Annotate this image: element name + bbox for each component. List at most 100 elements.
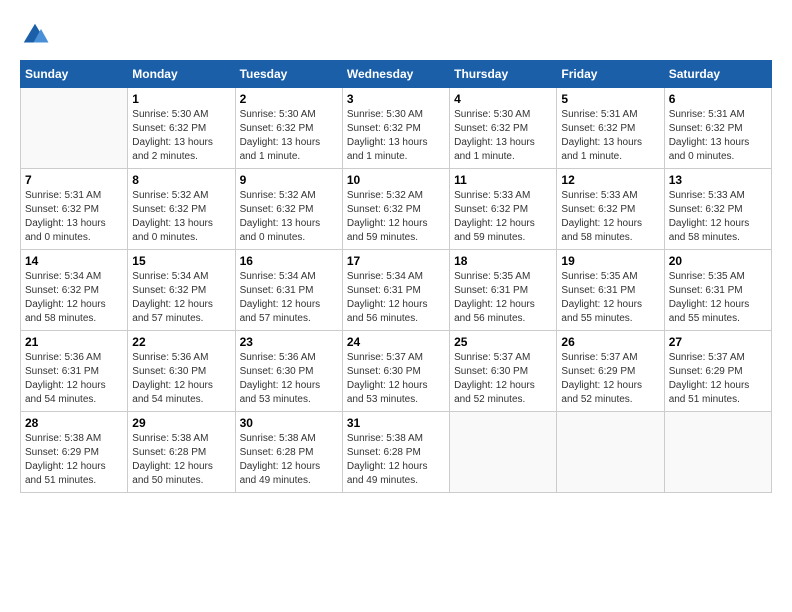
calendar-cell: 22Sunrise: 5:36 AMSunset: 6:30 PMDayligh… (128, 331, 235, 412)
calendar-cell: 31 Sunrise: 5:38 AMSunset: 6:28 PMDayligh… (342, 412, 449, 493)
day-info: Sunrise: 5:35 AMSunset: 6:31 PMDaylight:… (669, 270, 767, 326)
calendar-cell: 18 Sunrise: 5:35 AMSunset: 6:31 PMDayligh… (450, 250, 557, 331)
day-info: Sunrise: 5:30 AMSunset: 6:32 PMDaylight:… (132, 108, 230, 164)
calendar-cell: 3Sunrise: 5:30 AMSunset: 6:32 PMDaylight… (342, 88, 449, 169)
calendar-cell: 30 Sunrise: 5:38 AMSunset: 6:28 PMDayligh… (235, 412, 342, 493)
logo-icon (20, 20, 50, 50)
day-number: 20 (669, 254, 767, 268)
day-info: Sunrise: 5:32 AMSunset: 6:32 PMDaylight:… (347, 189, 445, 245)
day-info: Sunrise: 5:34 AMSunset: 6:31 PMDaylight:… (240, 270, 338, 326)
calendar-cell (21, 88, 128, 169)
calendar-cell: 20 Sunrise: 5:35 AMSunset: 6:31 PMDayligh… (664, 250, 771, 331)
calendar-cell: 19 Sunrise: 5:35 AMSunset: 6:31 PMDayligh… (557, 250, 664, 331)
day-of-week-header: Friday (557, 61, 664, 88)
day-number: 6 (669, 92, 767, 106)
day-number: 11 (454, 173, 552, 187)
day-number: 28 (25, 416, 123, 430)
calendar-cell: 27Sunrise: 5:37 AMSunset: 6:29 PMDayligh… (664, 331, 771, 412)
calendar-cell: 14Sunrise: 5:34 AMSunset: 6:32 PMDayligh… (21, 250, 128, 331)
calendar-week-row: 1 Sunrise: 5:30 AMSunset: 6:32 PMDaylight… (21, 88, 772, 169)
day-number: 19 (561, 254, 659, 268)
calendar-cell: 26 Sunrise: 5:37 AMSunset: 6:29 PMDayligh… (557, 331, 664, 412)
calendar-cell: 11Sunrise: 5:33 AMSunset: 6:32 PMDayligh… (450, 169, 557, 250)
day-info: Sunrise: 5:34 AMSunset: 6:31 PMDaylight:… (347, 270, 445, 326)
day-info: Sunrise: 5:31 AMSunset: 6:32 PMDaylight:… (25, 189, 123, 245)
calendar-cell: 2Sunrise: 5:30 AMSunset: 6:32 PMDaylight… (235, 88, 342, 169)
calendar-cell: 5 Sunrise: 5:31 AMSunset: 6:32 PMDaylight… (557, 88, 664, 169)
day-number: 10 (347, 173, 445, 187)
day-info: Sunrise: 5:31 AMSunset: 6:32 PMDaylight:… (561, 108, 659, 164)
day-info: Sunrise: 5:38 AMSunset: 6:28 PMDaylight:… (347, 432, 445, 488)
day-number: 24 (347, 335, 445, 349)
day-number: 3 (347, 92, 445, 106)
day-info: Sunrise: 5:37 AMSunset: 6:30 PMDaylight:… (454, 351, 552, 407)
day-number: 9 (240, 173, 338, 187)
calendar-cell: 6 Sunrise: 5:31 AMSunset: 6:32 PMDaylight… (664, 88, 771, 169)
calendar-cell: 10 Sunrise: 5:32 AMSunset: 6:32 PMDayligh… (342, 169, 449, 250)
day-info: Sunrise: 5:32 AMSunset: 6:32 PMDaylight:… (240, 189, 338, 245)
day-number: 12 (561, 173, 659, 187)
day-number: 8 (132, 173, 230, 187)
calendar-cell: 21 Sunrise: 5:36 AMSunset: 6:31 PMDayligh… (21, 331, 128, 412)
calendar-cell: 4Sunrise: 5:30 AMSunset: 6:32 PMDaylight… (450, 88, 557, 169)
day-number: 30 (240, 416, 338, 430)
calendar-cell: 17 Sunrise: 5:34 AMSunset: 6:31 PMDayligh… (342, 250, 449, 331)
calendar-cell: 29 Sunrise: 5:38 AMSunset: 6:28 PMDayligh… (128, 412, 235, 493)
day-info: Sunrise: 5:37 AMSunset: 6:29 PMDaylight:… (561, 351, 659, 407)
day-info: Sunrise: 5:31 AMSunset: 6:32 PMDaylight:… (669, 108, 767, 164)
calendar-body: 1 Sunrise: 5:30 AMSunset: 6:32 PMDaylight… (21, 88, 772, 493)
calendar-cell: 23Sunrise: 5:36 AMSunset: 6:30 PMDayligh… (235, 331, 342, 412)
day-number: 25 (454, 335, 552, 349)
day-info: Sunrise: 5:30 AMSunset: 6:32 PMDaylight:… (454, 108, 552, 164)
day-number: 2 (240, 92, 338, 106)
day-number: 1 (132, 92, 230, 106)
day-info: Sunrise: 5:38 AMSunset: 6:28 PMDaylight:… (240, 432, 338, 488)
calendar-week-row: 28 Sunrise: 5:38 AMSunset: 6:29 PMDayligh… (21, 412, 772, 493)
day-number: 31 (347, 416, 445, 430)
day-info: Sunrise: 5:36 AMSunset: 6:30 PMDaylight:… (132, 351, 230, 407)
day-number: 15 (132, 254, 230, 268)
calendar-week-row: 14 Sunrise: 5:34 AMSunset: 6:32 PMDayligh… (21, 250, 772, 331)
calendar-cell: 7 Sunrise: 5:31 AMSunset: 6:32 PMDaylight… (21, 169, 128, 250)
day-info: Sunrise: 5:35 AMSunset: 6:31 PMDaylight:… (561, 270, 659, 326)
calendar-cell: 8 Sunrise: 5:32 AMSunset: 6:32 PMDaylight… (128, 169, 235, 250)
calendar-cell (450, 412, 557, 493)
calendar-cell: 12 Sunrise: 5:33 AMSunset: 6:32 PMDayligh… (557, 169, 664, 250)
calendar-cell (557, 412, 664, 493)
day-number: 21 (25, 335, 123, 349)
day-number: 29 (132, 416, 230, 430)
day-number: 14 (25, 254, 123, 268)
day-info: Sunrise: 5:36 AMSunset: 6:31 PMDaylight:… (25, 351, 123, 407)
day-info: Sunrise: 5:38 AMSunset: 6:28 PMDaylight:… (132, 432, 230, 488)
day-of-week-header: Tuesday (235, 61, 342, 88)
day-info: Sunrise: 5:33 AMSunset: 6:32 PMDaylight:… (669, 189, 767, 245)
page-header (20, 20, 772, 50)
day-of-week-header: Monday (128, 61, 235, 88)
calendar-cell (664, 412, 771, 493)
day-of-week-header: Saturday (664, 61, 771, 88)
calendar-header: SundayMondayTuesdayWednesdayThursdayFrid… (21, 61, 772, 88)
day-info: Sunrise: 5:34 AMSunset: 6:32 PMDaylight:… (132, 270, 230, 326)
day-number: 18 (454, 254, 552, 268)
day-info: Sunrise: 5:36 AMSunset: 6:30 PMDaylight:… (240, 351, 338, 407)
day-number: 17 (347, 254, 445, 268)
calendar-cell: 16 Sunrise: 5:34 AMSunset: 6:31 PMDayligh… (235, 250, 342, 331)
day-number: 7 (25, 173, 123, 187)
calendar-cell: 24Sunrise: 5:37 AMSunset: 6:30 PMDayligh… (342, 331, 449, 412)
day-info: Sunrise: 5:38 AMSunset: 6:29 PMDaylight:… (25, 432, 123, 488)
day-number: 5 (561, 92, 659, 106)
day-of-week-header: Thursday (450, 61, 557, 88)
calendar-week-row: 7 Sunrise: 5:31 AMSunset: 6:32 PMDaylight… (21, 169, 772, 250)
day-number: 26 (561, 335, 659, 349)
day-info: Sunrise: 5:33 AMSunset: 6:32 PMDaylight:… (561, 189, 659, 245)
day-info: Sunrise: 5:32 AMSunset: 6:32 PMDaylight:… (132, 189, 230, 245)
calendar-table: SundayMondayTuesdayWednesdayThursdayFrid… (20, 60, 772, 493)
calendar-cell: 25 Sunrise: 5:37 AMSunset: 6:30 PMDayligh… (450, 331, 557, 412)
calendar-cell: 28 Sunrise: 5:38 AMSunset: 6:29 PMDayligh… (21, 412, 128, 493)
day-number: 16 (240, 254, 338, 268)
day-number: 27 (669, 335, 767, 349)
day-of-week-header: Wednesday (342, 61, 449, 88)
calendar-cell: 1 Sunrise: 5:30 AMSunset: 6:32 PMDaylight… (128, 88, 235, 169)
calendar-cell: 9 Sunrise: 5:32 AMSunset: 6:32 PMDaylight… (235, 169, 342, 250)
day-info: Sunrise: 5:35 AMSunset: 6:31 PMDaylight:… (454, 270, 552, 326)
